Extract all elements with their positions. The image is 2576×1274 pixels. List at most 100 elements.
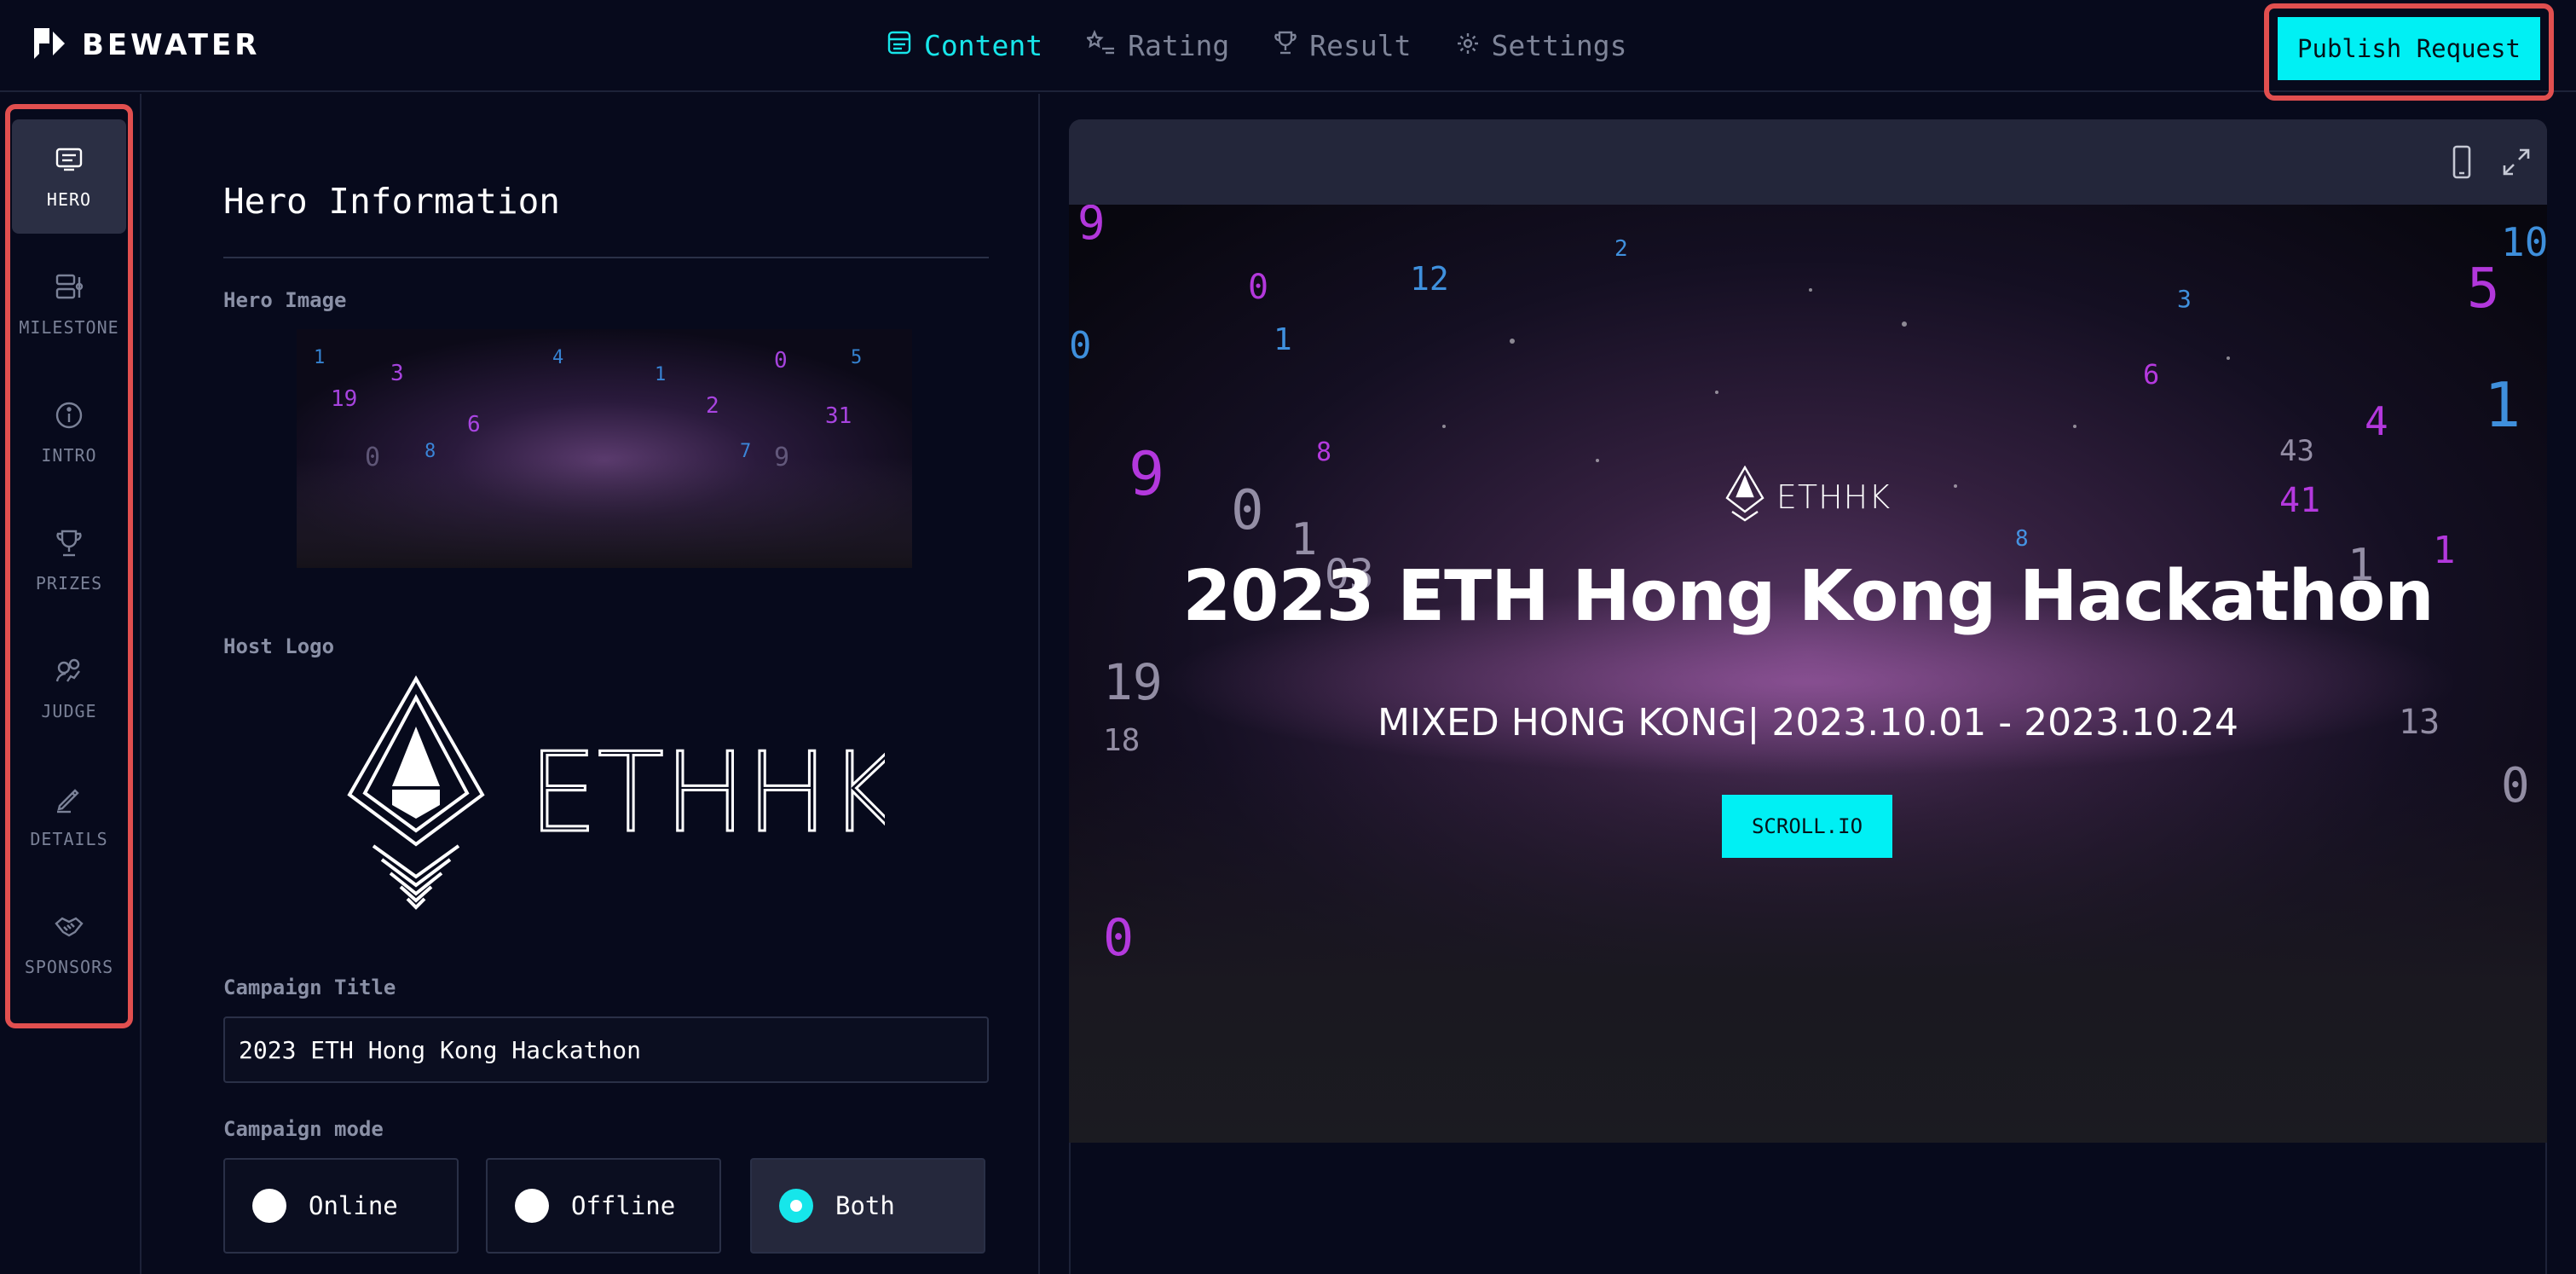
svg-text:0: 0	[1069, 324, 1092, 368]
svg-text:10: 10	[2501, 219, 2547, 265]
section-title: Hero Information	[223, 181, 560, 222]
svg-text:12: 12	[1410, 260, 1449, 298]
trophy-icon	[54, 528, 84, 563]
radio-offline[interactable]	[515, 1189, 549, 1223]
svg-text:8: 8	[2015, 526, 2029, 552]
tab-settings-label: Settings	[1491, 28, 1627, 62]
section-sidebar: HERO MILESTONE INTRO PRIZES JUDGE DETAIL…	[0, 94, 142, 1274]
mode-option-both[interactable]: Both	[750, 1158, 985, 1254]
info-icon	[54, 400, 84, 435]
tab-content[interactable]: Content	[887, 24, 1043, 67]
svg-text:4: 4	[552, 347, 563, 368]
mode-option-label: Both	[835, 1191, 895, 1220]
hero-image-label: Hero Image	[223, 288, 347, 312]
brand[interactable]: BEWATER	[31, 26, 260, 65]
svg-text:2: 2	[706, 393, 719, 419]
campaign-mode-label: Campaign mode	[223, 1117, 384, 1141]
mobile-preview-icon[interactable]	[2443, 143, 2481, 181]
svg-text:1: 1	[1274, 322, 1292, 357]
svg-text:1: 1	[2484, 369, 2521, 441]
hero-editor: Hero Information Hero Image 1 9 3 6 0 31 2	[143, 94, 1040, 1274]
preview-title: 2023 ETH Hong Kong Hackathon	[1182, 556, 2434, 637]
svg-text:0: 0	[1103, 908, 1134, 968]
svg-text:4: 4	[2365, 398, 2388, 444]
svg-text:0: 0	[365, 443, 380, 472]
svg-text:8: 8	[1316, 437, 1331, 467]
svg-text:3: 3	[390, 361, 404, 386]
sidebar-item-details[interactable]: DETAILS	[12, 759, 126, 873]
section-divider	[223, 257, 989, 258]
fullscreen-icon[interactable]	[2498, 143, 2535, 181]
svg-text:5: 5	[2467, 258, 2500, 321]
sidebar-item-intro[interactable]: INTRO	[12, 375, 126, 489]
hero-icon	[54, 144, 84, 179]
svg-text:3: 3	[2177, 285, 2192, 313]
preview-subtitle: MIXED HONG KONG| 2023.10.01 - 2023.10.24	[1377, 701, 2239, 744]
mode-option-label: Online	[309, 1191, 398, 1220]
campaign-title-label: Campaign Title	[223, 976, 396, 999]
sidebar-item-milestone[interactable]: MILESTONE	[12, 247, 126, 362]
bewater-logo-icon	[31, 25, 68, 66]
svg-text:0: 0	[1248, 268, 1268, 307]
preview-panel: 90 95 41 8 46 01 12 1 10 1 32 08 01 03 19 14…	[1069, 119, 2547, 1274]
tab-result[interactable]: Result	[1274, 24, 1412, 67]
ethhk-logo-icon	[1725, 465, 1765, 529]
hero-image-thumbnail[interactable]: 19 3 6 0 31 2 1 8 5 7 4 1 0 9	[297, 329, 912, 568]
host-logo[interactable]: ETHHK	[339, 675, 901, 923]
svg-text:2: 2	[1614, 236, 1628, 262]
preview-hero: 90 95 41 8 46 01 12 1 10 1 32 08 01 03 19 14…	[1069, 205, 2547, 1143]
svg-text:6: 6	[2143, 358, 2159, 391]
sidebar-item-label: JUDGE	[41, 700, 97, 721]
tab-settings[interactable]: Settings	[1456, 24, 1627, 67]
radio-online[interactable]	[252, 1189, 286, 1223]
radio-both[interactable]	[779, 1189, 813, 1223]
gear-icon	[1456, 29, 1480, 62]
tab-content-label: Content	[924, 28, 1043, 62]
judge-icon	[54, 656, 84, 691]
trophy-icon	[1274, 29, 1297, 62]
preview-cta-button[interactable]: SCROLL.IO	[1722, 795, 1892, 858]
top-bar: BEWATER Content Rating Result Settings P…	[0, 0, 2576, 101]
sidebar-item-label: INTRO	[41, 444, 97, 466]
sidebar-item-label: PRIZES	[35, 572, 103, 594]
handshake-icon	[54, 912, 84, 947]
tab-result-label: Result	[1309, 28, 1412, 62]
pencil-icon	[54, 784, 84, 819]
preview-host-logo: ETHHK	[1069, 465, 2547, 529]
tab-rating[interactable]: Rating	[1085, 24, 1230, 67]
preview-logo-text: ETHHK	[1776, 478, 1892, 516]
svg-text:0: 0	[2501, 758, 2530, 814]
svg-text:5: 5	[851, 347, 862, 368]
publish-request-button[interactable]: Publish Request	[2278, 17, 2540, 80]
sidebar-item-label: DETAILS	[30, 828, 108, 849]
preview-toolbar	[1069, 119, 2547, 205]
publish-highlight: Publish Request	[2264, 3, 2554, 101]
svg-text:31: 31	[825, 403, 852, 429]
preview-bottom-area	[1069, 1143, 2547, 1274]
mode-option-label: Offline	[571, 1191, 676, 1220]
hero-background-image: 90 95 418 46 01 121 101 32 08 01 0319 14…	[1069, 205, 2547, 1143]
top-nav: Content Rating Result Settings	[887, 24, 1626, 67]
sidebar-item-judge[interactable]: JUDGE	[12, 631, 126, 745]
preview-card: 90 95 41 8 46 01 12 1 10 1 32 08 01 03 19 14…	[1069, 119, 2547, 1143]
svg-text:43: 43	[2279, 434, 2314, 468]
host-logo-wordmark: ETHHK	[528, 730, 885, 857]
content-icon	[887, 29, 912, 62]
host-logo-label: Host Logo	[223, 634, 335, 658]
svg-text:1: 1	[655, 364, 666, 385]
svg-text:7: 7	[740, 441, 751, 462]
sidebar-item-label: HERO	[46, 188, 92, 210]
campaign-title-input[interactable]: 2023 ETH Hong Kong Hackathon	[223, 1016, 989, 1083]
svg-text:6: 6	[467, 412, 481, 437]
mode-option-online[interactable]: Online	[223, 1158, 459, 1254]
mode-option-offline[interactable]: Offline	[486, 1158, 721, 1254]
rating-icon	[1085, 29, 1116, 62]
tab-rating-label: Rating	[1128, 28, 1230, 62]
sidebar-item-prizes[interactable]: PRIZES	[12, 503, 126, 617]
sidebar-item-sponsors[interactable]: SPONSORS	[12, 887, 126, 1001]
brand-name: BEWATER	[82, 28, 261, 62]
sidebar-item-label: MILESTONE	[19, 316, 119, 338]
svg-text:9: 9	[774, 443, 789, 472]
sidebar-item-label: SPONSORS	[24, 956, 114, 977]
sidebar-item-hero[interactable]: HERO	[12, 119, 126, 234]
